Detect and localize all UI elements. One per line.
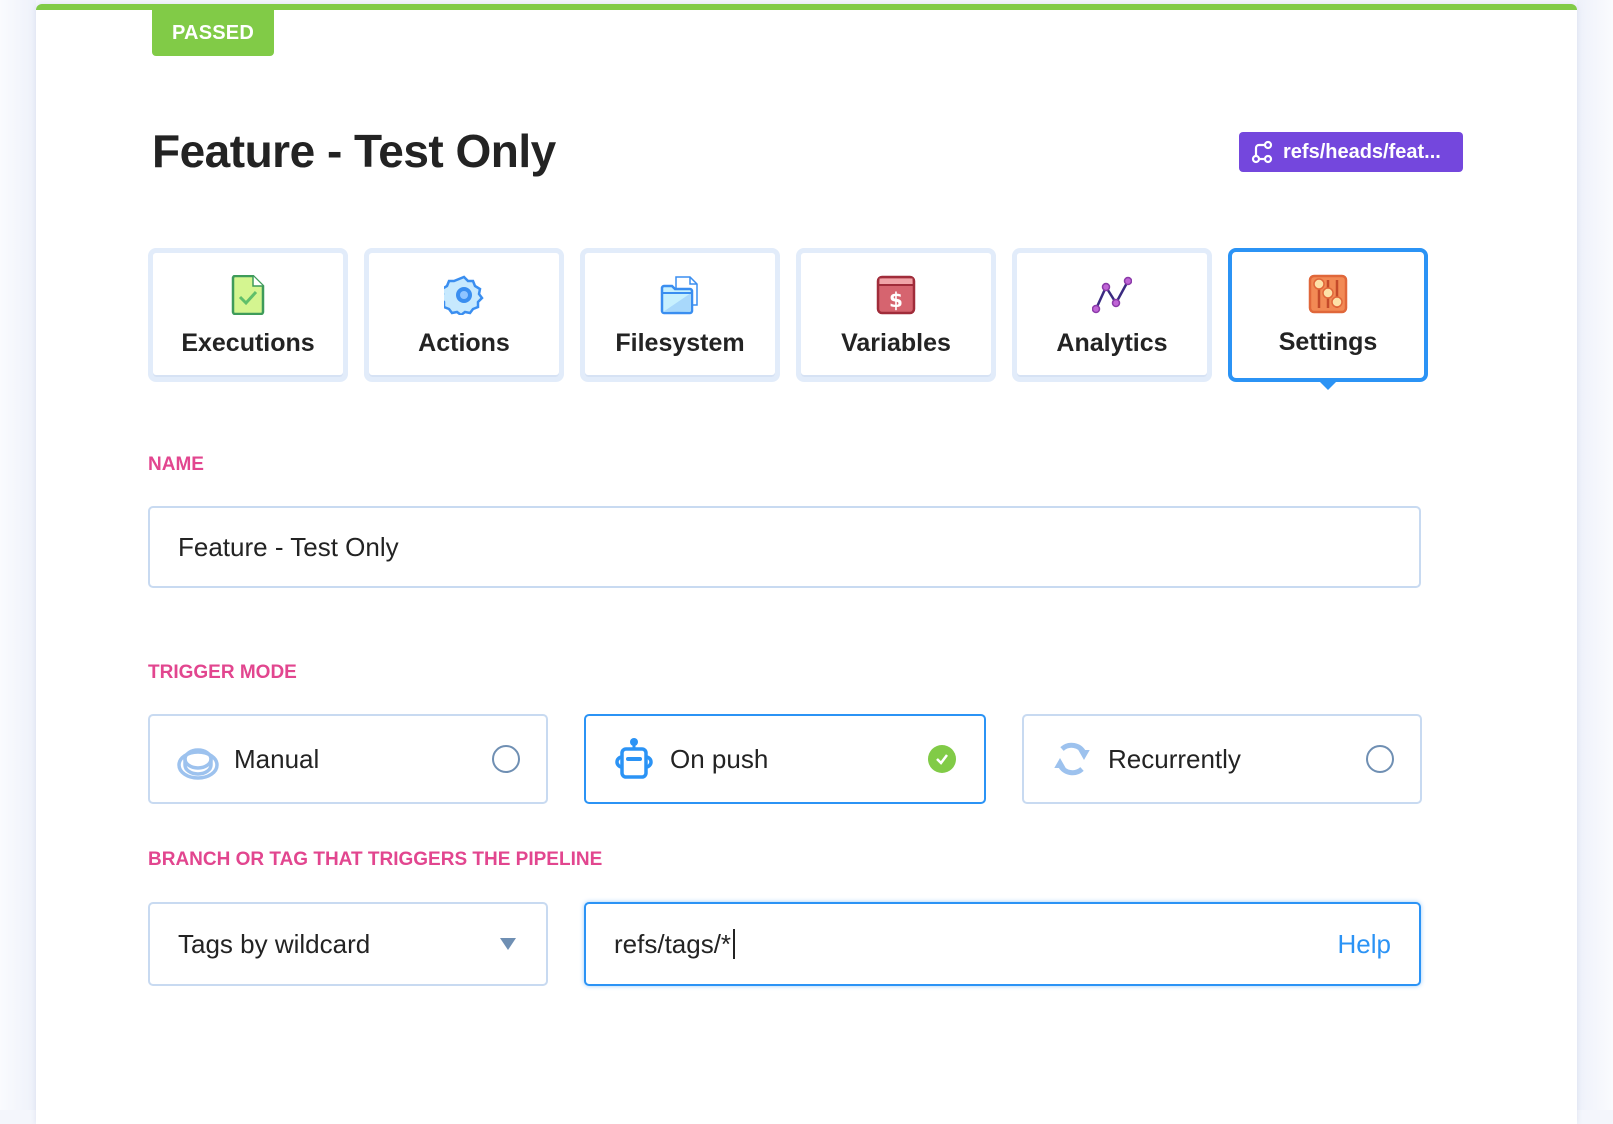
tab-label: Filesystem [615, 329, 745, 357]
trigger-type-value: Tags by wildcard [178, 928, 371, 959]
tab-variables[interactable]: $ Variables [796, 248, 996, 382]
page-title: Feature - Test Only [152, 125, 556, 177]
ref-pattern-value: refs/tags/* [614, 928, 732, 959]
tab-settings[interactable]: Settings [1228, 248, 1428, 390]
trigger-option-recurrently[interactable]: Recurrently [1022, 714, 1422, 804]
branch-trigger-label: BRANCH OR TAG THAT TRIGGERS THE PIPELINE [148, 849, 603, 870]
tab-label: Actions [418, 329, 510, 357]
folder-file-icon [660, 276, 698, 315]
trigger-mode-label: TRIGGER MODE [148, 662, 297, 683]
tab-label: Executions [181, 329, 315, 357]
gear-icon [444, 275, 484, 315]
trigger-option-manual[interactable]: Manual [148, 714, 548, 804]
trigger-option-label: On push [670, 743, 769, 774]
refresh-icon [1054, 742, 1090, 776]
trigger-option-label: Recurrently [1108, 743, 1241, 774]
tab-label: Settings [1278, 328, 1378, 356]
branch-icon [1251, 140, 1273, 164]
dollar-window-icon: $ [876, 275, 916, 315]
sliders-icon [1308, 274, 1348, 314]
tab-executions[interactable]: Executions [148, 248, 348, 382]
tab-label: Variables [841, 329, 951, 357]
radio-checked-icon[interactable] [928, 745, 956, 773]
trigger-mode-options: Manual On push Recurrently [148, 714, 1422, 804]
page-background-right [1577, 0, 1613, 1110]
pipeline-card: PASSED Feature - Test Only refs/heads/fe… [36, 4, 1577, 1124]
branch-badge[interactable]: refs/heads/feat... [1239, 132, 1463, 172]
status-badge: PASSED [152, 10, 274, 56]
button-press-icon [177, 748, 219, 780]
branch-badge-label: refs/heads/feat... [1283, 140, 1441, 163]
name-label: NAME [148, 454, 204, 475]
file-check-icon [231, 275, 265, 315]
radio-unchecked[interactable] [1366, 745, 1394, 773]
pipeline-tabs: Executions Actions Filesystem $ Variable… [148, 248, 1428, 390]
line-chart-icon [1092, 276, 1132, 314]
tab-analytics[interactable]: Analytics [1012, 248, 1212, 382]
robot-icon [615, 738, 653, 779]
radio-unchecked[interactable] [492, 745, 520, 773]
trigger-type-select[interactable]: Tags by wildcard [148, 902, 548, 986]
ref-pattern-input[interactable]: refs/tags/* Help [584, 902, 1421, 986]
text-cursor [733, 929, 736, 959]
trigger-option-label: Manual [234, 743, 320, 774]
svg-text:$: $ [889, 288, 903, 312]
help-link[interactable]: Help [1338, 929, 1391, 960]
tab-filesystem[interactable]: Filesystem [580, 248, 780, 382]
tab-label: Analytics [1056, 329, 1168, 357]
tab-actions[interactable]: Actions [364, 248, 564, 382]
name-input[interactable]: Feature - Test Only [148, 506, 1421, 588]
trigger-option-on-push[interactable]: On push [584, 714, 986, 804]
page-background-left [0, 0, 36, 1110]
chevron-down-icon [500, 938, 516, 950]
